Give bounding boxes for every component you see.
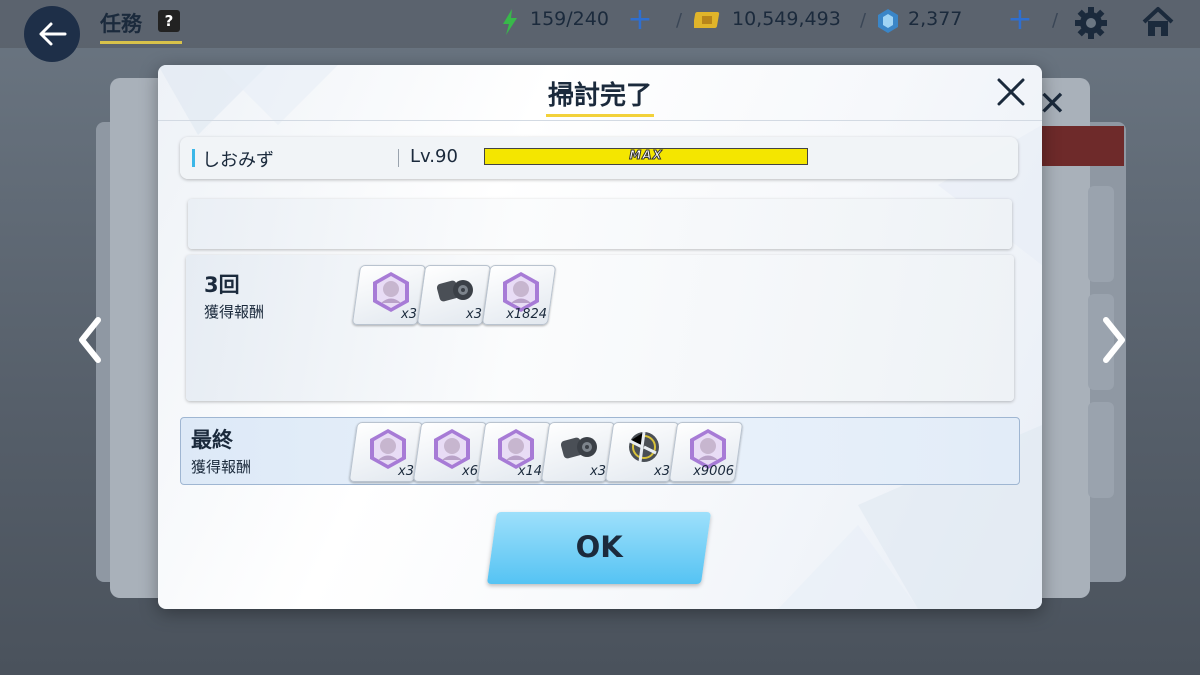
final-title: 最終 — [191, 428, 233, 452]
close-icon[interactable] — [994, 75, 1028, 109]
reward-quantity: x3 — [398, 464, 414, 479]
sweep-complete-dialog: 掃討完了 しおみず Lv.90 MAX 3回 獲得報酬 x3 x3 x1824 … — [158, 65, 1042, 609]
reward-quantity: x3 — [466, 307, 482, 322]
background-red-tab — [1042, 126, 1124, 166]
character-info-bar: しおみず Lv.90 MAX — [180, 137, 1018, 179]
reward-quantity: x9006 — [693, 464, 734, 479]
credit-ticket-icon — [694, 12, 720, 28]
reward-quantity: x14 — [517, 464, 542, 479]
reward-item[interactable]: x1824 — [481, 265, 557, 325]
background-close-icon: ✕ — [1038, 84, 1067, 124]
reward-item[interactable]: x14 — [476, 422, 552, 482]
reward-item[interactable]: x3 — [351, 265, 427, 325]
title-underline — [546, 114, 654, 117]
divider-slash: / — [1052, 10, 1059, 31]
sweep-reward-panel: 3回 獲得報酬 x3 x3 x1824 — [186, 255, 1014, 401]
accent-tick — [192, 149, 195, 167]
page-title: 任務 — [100, 8, 182, 44]
reward-quantity: x3 — [590, 464, 606, 479]
final-reward-label: 獲得報酬 — [191, 458, 252, 476]
ap-plus-button[interactable]: + — [626, 5, 654, 35]
title-divider — [158, 120, 1042, 121]
reward-quantity: x1824 — [506, 307, 547, 322]
reward-item[interactable]: x3 — [540, 422, 616, 482]
separator — [398, 149, 399, 167]
top-bar: 任務 ? 159/240 + / 10,549,493 / 2,377 + / — [0, 0, 1200, 62]
lightning-icon — [503, 9, 517, 35]
gem-icon — [878, 9, 898, 33]
sweep-count: 3回 — [204, 273, 240, 297]
next-arrow-icon[interactable] — [1094, 310, 1134, 370]
reward-item[interactable]: x3 — [604, 422, 680, 482]
prev-arrow-icon[interactable] — [70, 310, 110, 370]
exp-bar: MAX — [484, 148, 808, 165]
character-level: Lv.90 — [410, 146, 458, 167]
back-arrow-icon — [39, 22, 67, 46]
final-reward-panel: 最終 獲得報酬 x3 x6 x14 x3 x3 x9006 — [180, 417, 1020, 485]
empty-reward-row — [188, 199, 1012, 249]
sweep-reward-label: 獲得報酬 — [204, 303, 265, 321]
reward-item[interactable]: x6 — [412, 422, 488, 482]
reward-quantity: x6 — [462, 464, 478, 479]
help-button[interactable]: ? — [158, 10, 180, 32]
exp-label: MAX — [629, 148, 663, 163]
background-card — [1088, 186, 1114, 282]
divider-slash: / — [676, 10, 683, 31]
ap-value: 159/240 — [530, 8, 609, 30]
character-name: しおみず — [202, 150, 274, 171]
reward-item[interactable]: x9006 — [668, 422, 744, 482]
reward-quantity: x3 — [401, 307, 417, 322]
ok-label: OK — [575, 530, 623, 564]
settings-gear-icon[interactable] — [1074, 6, 1108, 40]
back-button[interactable] — [24, 6, 80, 62]
dialog-title: 掃討完了 — [547, 81, 652, 111]
reward-item[interactable]: x3 — [416, 265, 492, 325]
divider-slash: / — [860, 10, 867, 31]
background-card — [1088, 402, 1114, 498]
ok-button[interactable]: OK — [486, 512, 712, 584]
credits-value: 10,549,493 — [732, 8, 841, 30]
reward-quantity: x3 — [654, 464, 670, 479]
gems-plus-button[interactable]: + — [1006, 5, 1034, 35]
reward-item[interactable]: x3 — [348, 422, 424, 482]
home-icon[interactable] — [1141, 6, 1175, 38]
gems-value: 2,377 — [908, 8, 963, 30]
